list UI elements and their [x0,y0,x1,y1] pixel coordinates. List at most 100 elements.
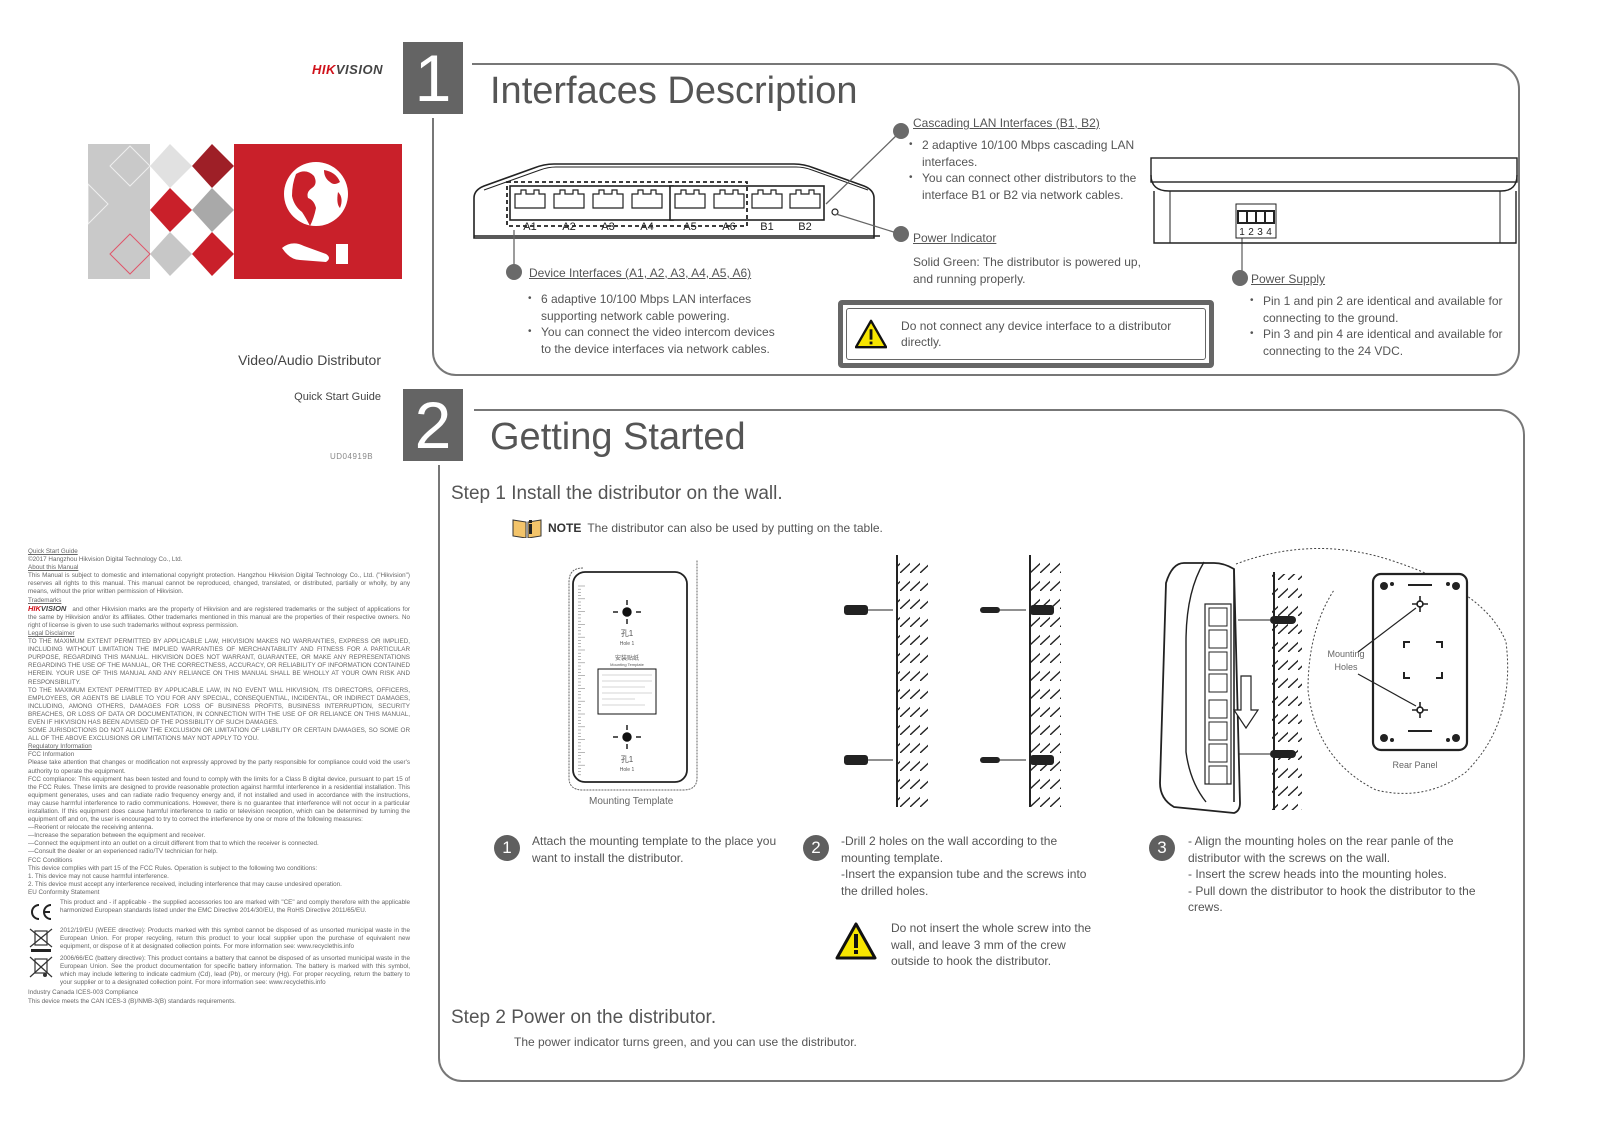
step-1-text: Attach the mounting template to the plac… [532,834,777,865]
side-port [1208,721,1228,741]
cascading-title: Cascading LAN Interfaces (B1, B2) [913,116,1100,130]
step-number-3: 3 [1149,835,1175,861]
eu-heading: EU Conformity Statement [28,888,100,896]
trademarks-heading: Trademarks [28,596,62,604]
disclaimer-1: TO THE MAXIMUM EXTENT PERMITTED BY APPLI… [28,638,410,686]
power-indicator-callout-dot [893,226,909,242]
side-port [1208,699,1228,719]
cover-artwork [88,144,402,279]
distributor-rear-diagram: 1234 [1150,157,1518,244]
fcc-compliance: FCC compliance: This equipment has been … [28,775,410,824]
disclaimer-heading: Legal Disclaimer [28,629,75,637]
screw-bottom [980,755,1054,765]
measure-item: —Reorient or relocate the receiving ante… [28,824,154,832]
measure-item: —Connect the equipment into an outlet on… [28,840,319,848]
section-1-title: Interfaces Description [490,70,858,112]
regulatory-heading: Regulatory Information [28,743,92,751]
note-book-icon [512,519,542,538]
note-row: NOTE The distributor can also be used by… [512,518,883,538]
weee-statement: 2012/19/EU (WEEE directive): Products ma… [28,927,410,953]
drill-walls-diagram [844,555,1061,807]
fcc-conditions-heading: FCC Conditions [28,856,73,864]
step-3-text: - Align the mounting holes on the rear p… [1188,834,1476,914]
terminal-pin-label: 1 [1239,227,1245,238]
section-1-number: 1 [403,42,463,114]
mounting-template-diagram: 孔1 Hole 1 安装贴纸 Mounting Template 孔1 Hole… [568,560,698,791]
disclaimer-2: TO THE MAXIMUM EXTENT PERMITTED BY APPLI… [28,686,410,726]
power-supply-bullets: Pin 1 and pin 2 are identical and availa… [1250,293,1505,359]
side-port [1208,673,1228,693]
screw-depth-warning: Do not insert the whole screw into the w… [835,920,1105,970]
terminal-pin-label: 2 [1248,227,1254,238]
step-number-2: 2 [803,835,829,861]
expansion-tube-top [844,605,893,615]
side-port [1208,743,1228,763]
warning-icon [835,922,877,960]
condition-item: 1. This device may not cause harmful int… [28,872,169,880]
guide-name: Quick Start Guide [294,391,381,403]
canada-heading: Industry Canada ICES-003 Compliance [28,989,139,997]
hikvision-mini-logo: HIKVISION [28,603,67,613]
cascading-bullets: 2 adaptive 10/100 Mbps cascading LAN int… [909,137,1149,203]
cascading-callout-dot [893,123,909,139]
side-port [1208,629,1228,649]
power-indicator-title: Power Indicator [913,231,997,245]
bullet-item: Pin 1 and pin 2 are identical and availa… [1250,293,1505,326]
interface-warning-box: Do not connect any device interface to a… [838,300,1214,368]
power-supply-callout-dot [1232,270,1248,286]
template-label-en: Mounting Template [610,662,645,667]
step-2-text: -Drill 2 holes on the wall according to … [841,834,1087,898]
canada-text: This device meets the CAN ICES-3 (B)/NMB… [28,997,236,1005]
about-text: This Manual is subject to domestic and i… [28,572,410,596]
bullet-item: You can connect the video intercom devic… [528,324,788,357]
svg-text:孔1: 孔1 [621,755,634,764]
interface-warning-text: Do not connect any device interface to a… [901,318,1172,350]
fcc-conditions-intro: This device complies with part 15 of the… [28,864,318,872]
screw-top [980,605,1054,615]
product-name: Video/Audio Distributor [238,352,381,368]
condition-item: 2. This device must accept any interfere… [28,880,342,888]
hikvision-logo: HIKVISION [312,62,383,77]
mounting-holes-label-1: Mounting [1327,649,1364,659]
step-2-heading: Step 2 Power on the distributor. [451,1007,717,1028]
terminal-pin-label: 4 [1266,227,1272,238]
bullet-item: 2 adaptive 10/100 Mbps cascading LAN int… [909,137,1149,170]
side-port [1208,765,1228,785]
warning-icon [855,319,888,349]
battery-statement: 2006/66/EC (battery directive): This pro… [28,955,410,987]
bullet-item: You can connect other distributors to th… [909,170,1149,203]
fcc-attention: Please take attention that changes or mo… [28,759,410,775]
device-interfaces-title: Device Interfaces (A1, A2, A3, A4, A5, A… [529,266,752,280]
device-interfaces-bullets: 6 adaptive 10/100 Mbps LAN interfaces su… [528,291,788,357]
rear-panel-caption: Rear Panel [1392,760,1437,770]
about-heading: About this Manual [28,564,79,572]
legal-notices: Quick Start Guide ©2017 Hangzhou Hikvisi… [28,548,410,1006]
copyright: ©2017 Hangzhou Hikvision Digital Technol… [28,556,183,564]
trademarks-paragraph: HIKVISION and other Hikvision marks are t… [28,603,410,629]
measure-item: —Consult the dealer or an experienced ra… [28,848,218,856]
screw-depth-warning-text: Do not insert the whole screw into the w… [891,921,1092,968]
step-2-power-text: The power indicator turns green, and you… [514,1035,857,1049]
hang-distributor-diagram: Mounting Holes Rear Panel [1159,548,1509,814]
section-2-number: 2 [403,389,463,461]
bullet-item: 6 adaptive 10/100 Mbps LAN interfaces su… [528,291,788,324]
note-text: The distributor can also be used by putt… [587,521,883,535]
measure-item: —Increase the separation between the equ… [28,832,206,840]
battery-bin-icon [29,956,53,978]
side-port [1208,651,1228,671]
step-number-1: 1 [494,835,520,861]
expansion-tube-bottom [844,755,893,765]
fcc-info-heading: FCC Information [28,751,75,759]
svg-text:Hole 1: Hole 1 [620,767,635,773]
ce-statement: This product and - if applicable - the s… [28,899,410,925]
template-label-cn: 安装贴纸 [615,654,639,662]
device-interfaces-callout-dot [506,264,522,280]
document-code: UD04919B [330,452,374,461]
weee-bin-icon [29,928,53,953]
hole-label-en: Hole 1 [620,641,635,647]
ce-mark-icon [31,904,52,921]
mounting-holes-label-2: Holes [1334,662,1358,672]
qsg-heading: Quick Start Guide [28,548,78,555]
disclaimer-3: SOME JURISDICTIONS DO NOT ALLOW THE EXCL… [28,727,410,743]
section-2-title: Getting Started [490,416,746,458]
